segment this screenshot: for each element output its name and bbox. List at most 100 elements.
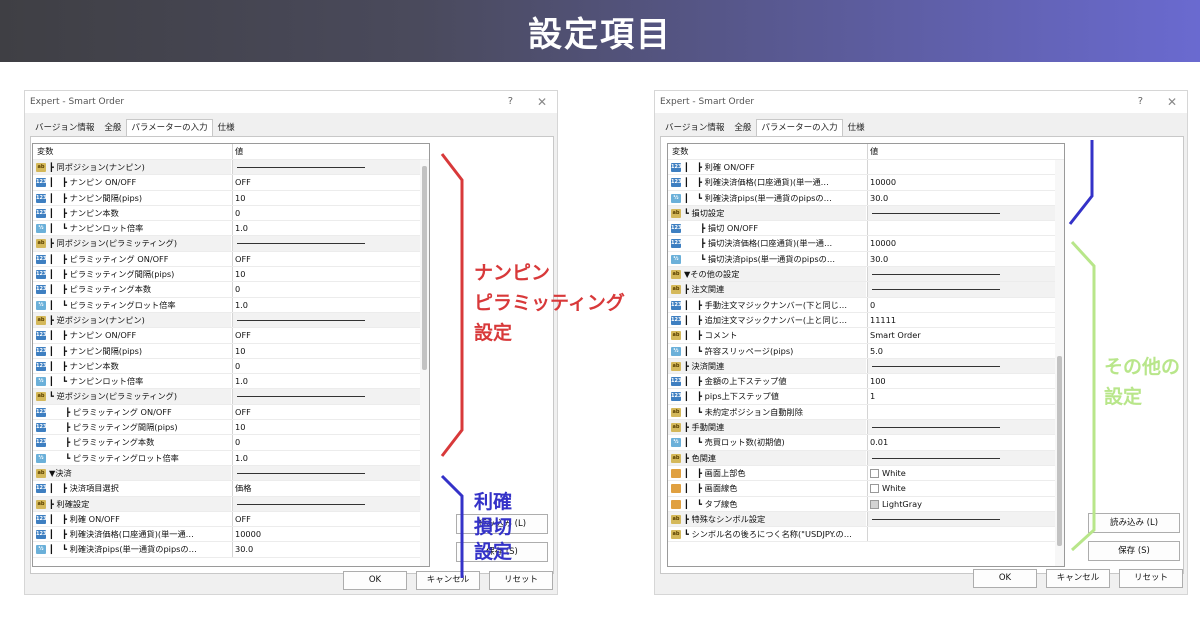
parameter-row[interactable]: 123 ┃ ┣ pips上下ステップ値 1 xyxy=(668,389,1064,405)
parameter-row[interactable]: ½ ┃ ┗ ナンピンロット倍率 1.0 xyxy=(33,221,429,237)
parameter-value[interactable]: White xyxy=(867,465,1063,481)
tab-version[interactable]: バージョン情報 xyxy=(30,119,99,136)
parameter-row[interactable]: 123 ┃ ┣ 利確 ON/OFF xyxy=(668,160,1064,176)
parameter-value[interactable]: 0 xyxy=(232,282,428,297)
parameter-row[interactable]: ab ┣ 特殊なシンボル設定 xyxy=(668,511,1064,528)
parameter-value[interactable]: 11111 xyxy=(867,312,1063,328)
parameter-row[interactable]: 123 ┃ ┣ ナンピン本数 0 xyxy=(33,205,429,222)
parameter-value[interactable] xyxy=(232,496,428,511)
parameter-value[interactable]: 0 xyxy=(232,435,428,450)
parameter-value[interactable] xyxy=(867,205,1063,221)
help-icon[interactable]: ? xyxy=(1138,91,1143,113)
parameter-value[interactable]: OFF xyxy=(232,511,428,527)
tab-spec[interactable]: 仕様 xyxy=(213,119,240,136)
help-icon[interactable]: ? xyxy=(508,91,513,113)
parameter-value[interactable]: 10000 xyxy=(867,175,1063,190)
parameter-row[interactable]: ab ┣ 手動関連 xyxy=(668,420,1064,436)
parameter-row[interactable]: 123 ┃ ┣ 追加注文マジックナンバー(上と同じ… 11111 xyxy=(668,312,1064,329)
parameter-row[interactable]: ab ┃ ┣ コメント Smart Order xyxy=(668,328,1064,344)
parameter-row[interactable]: ½ ┃ ┗ ナンピンロット倍率 1.0 xyxy=(33,374,429,390)
tab-general[interactable]: 全般 xyxy=(99,119,126,136)
parameter-row[interactable]: ab ┃ ┗ 未約定ポジション自動削除 xyxy=(668,404,1064,421)
parameter-row[interactable]: 123 ┣ ピラミッティング ON/OFF OFF xyxy=(33,404,429,421)
parameter-row[interactable]: 123 ┣ ピラミッティング間隔(pips) 10 xyxy=(33,420,429,436)
parameter-value[interactable]: OFF xyxy=(232,175,428,190)
parameter-row[interactable]: ab ┣ 利確設定 xyxy=(33,496,429,512)
parameter-row[interactable]: 123 ┃ ┣ 利確決済価格(口座通貨)(単一通… 10000 xyxy=(33,527,429,543)
parameter-value[interactable]: White xyxy=(867,481,1063,496)
parameter-value[interactable] xyxy=(867,221,1063,236)
parameter-value[interactable] xyxy=(232,465,428,481)
parameter-value[interactable]: 100 xyxy=(867,374,1063,389)
left-scrollbar[interactable] xyxy=(420,160,429,566)
parameter-value[interactable]: OFF xyxy=(232,328,428,343)
parameter-row[interactable]: ab ▼決済 xyxy=(33,465,429,482)
parameter-value[interactable]: 0 xyxy=(232,205,428,221)
reset-button[interactable]: リセット xyxy=(489,571,553,590)
parameter-row[interactable]: ½ ┗ ピラミッティングロット倍率 1.0 xyxy=(33,450,429,466)
parameter-value[interactable]: 30.0 xyxy=(232,542,428,557)
parameter-value[interactable]: 0 xyxy=(232,358,428,374)
parameter-row[interactable]: 123 ┃ ┣ ピラミッティング ON/OFF OFF xyxy=(33,251,429,268)
parameter-value[interactable]: 1.0 xyxy=(232,297,428,312)
parameter-row[interactable]: 123 ┃ ┣ ピラミッティング本数 0 xyxy=(33,282,429,298)
parameter-value[interactable]: 価格 xyxy=(232,481,428,496)
parameter-row[interactable]: 123 ┃ ┣ ナンピン本数 0 xyxy=(33,358,429,375)
parameter-row[interactable]: ab ┣ 逆ポジション(ナンピン) xyxy=(33,312,429,329)
parameter-value[interactable]: 10000 xyxy=(232,527,428,542)
parameter-value[interactable] xyxy=(867,404,1063,420)
parameter-row[interactable]: 123 ┃ ┣ ナンピン間隔(pips) 10 xyxy=(33,343,429,359)
parameter-value[interactable]: 0 xyxy=(867,297,1063,312)
parameter-row[interactable]: 123 ┃ ┣ 利確 ON/OFF OFF xyxy=(33,511,429,528)
parameter-value[interactable]: LightGray xyxy=(867,496,1063,511)
parameter-row[interactable]: 123 ┃ ┣ 手動注文マジックナンバー(下と同じ… 0 xyxy=(668,297,1064,313)
parameter-value[interactable]: 10 xyxy=(232,190,428,205)
parameter-value[interactable]: 10000 xyxy=(867,236,1063,251)
parameter-value[interactable]: 30.0 xyxy=(867,190,1063,205)
parameter-value[interactable]: 1.0 xyxy=(232,221,428,236)
parameter-value[interactable]: Smart Order xyxy=(867,328,1063,343)
parameter-row[interactable]: 123 ┃ ┣ 決済項目選択 価格 xyxy=(33,481,429,497)
ok-button[interactable]: OK xyxy=(343,571,407,590)
parameter-value[interactable] xyxy=(867,358,1063,374)
parameter-value[interactable] xyxy=(867,527,1063,542)
parameter-row[interactable]: ½ ┃ ┗ 売買ロット数(初期値) 0.01 xyxy=(668,435,1064,451)
save-button[interactable]: 保存 (S) xyxy=(1088,541,1180,561)
parameter-row[interactable]: ab ┗ 逆ポジション(ピラミッティング) xyxy=(33,389,429,405)
reset-button[interactable]: リセット xyxy=(1119,569,1183,588)
parameter-row[interactable]: ab ┣ 決済関連 xyxy=(668,358,1064,375)
tab-spec[interactable]: 仕様 xyxy=(843,119,870,136)
parameter-value[interactable]: 10 xyxy=(232,267,428,282)
load-button[interactable]: 読み込み (L) xyxy=(1088,513,1180,533)
parameter-row[interactable]: ½ ┃ ┗ ピラミッティングロット倍率 1.0 xyxy=(33,297,429,313)
parameter-row[interactable]: ┃ ┣ 画面上部色 White xyxy=(668,465,1064,482)
tab-parameters[interactable]: パラメーターの入力 xyxy=(756,119,843,136)
parameter-row[interactable]: ┃ ┗ タブ線色 LightGray xyxy=(668,496,1064,512)
left-scroll-thumb[interactable] xyxy=(422,166,427,370)
parameter-row[interactable]: ab ┣ 同ポジション(ピラミッティング) xyxy=(33,236,429,252)
parameter-value[interactable]: 30.0 xyxy=(867,251,1063,267)
parameter-row[interactable]: 123 ┃ ┣ 利確決済価格(口座通貨)(単一通… 10000 xyxy=(668,175,1064,191)
parameter-value[interactable]: 1 xyxy=(867,389,1063,404)
parameter-value[interactable]: OFF xyxy=(232,251,428,267)
parameter-value[interactable] xyxy=(867,420,1063,435)
parameter-row[interactable]: ┃ ┣ 画面線色 White xyxy=(668,481,1064,497)
close-icon[interactable]: ✕ xyxy=(537,91,547,113)
parameter-value[interactable]: 1.0 xyxy=(232,374,428,389)
parameter-value[interactable] xyxy=(867,267,1063,282)
parameter-value[interactable]: 5.0 xyxy=(867,343,1063,358)
tab-general[interactable]: 全般 xyxy=(729,119,756,136)
parameter-row[interactable]: ½ ┃ ┗ 許容スリッページ(pips) 5.0 xyxy=(668,343,1064,359)
parameter-row[interactable]: ab ┣ 注文関連 xyxy=(668,282,1064,298)
cancel-button[interactable]: キャンセル xyxy=(1046,569,1110,588)
parameter-row[interactable]: ab ┗ シンボル名の後ろにつく名称("USDJPY.の… xyxy=(668,527,1064,543)
parameter-value[interactable] xyxy=(867,160,1063,175)
tab-version[interactable]: バージョン情報 xyxy=(660,119,729,136)
parameter-value[interactable]: 0.01 xyxy=(867,435,1063,450)
parameter-row[interactable]: 123 ┣ 損切 ON/OFF xyxy=(668,221,1064,237)
parameter-value[interactable] xyxy=(232,160,428,175)
parameter-value[interactable] xyxy=(232,236,428,251)
parameter-row[interactable]: 123 ┣ 損切決済価格(口座通貨)(単一通… 10000 xyxy=(668,236,1064,252)
parameter-row[interactable]: ab ┗ 損切設定 xyxy=(668,205,1064,222)
cancel-button[interactable]: キャンセル xyxy=(416,571,480,590)
